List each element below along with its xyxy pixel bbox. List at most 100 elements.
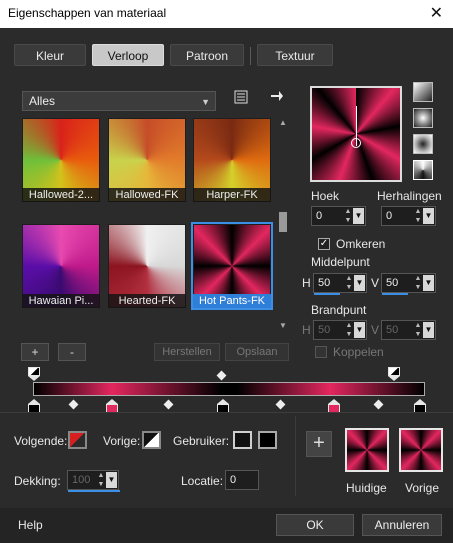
color-stop-marker[interactable] — [328, 399, 340, 413]
tab-kleur[interactable]: Kleur — [14, 44, 86, 66]
list-icon[interactable] — [234, 90, 248, 107]
opacity-stop-marker[interactable] — [388, 367, 400, 381]
preset-label: Hearted-FK — [108, 294, 186, 308]
tab-bar: Kleur Verloop Patroon Textuur — [14, 44, 333, 66]
linear-style-button[interactable] — [413, 82, 433, 102]
center-v-stepper[interactable]: 50 ▲ ▼ ▼ — [381, 273, 436, 295]
chevron-down-icon[interactable]: ▼ — [353, 208, 364, 224]
repeats-stepper[interactable]: 0 ▲ ▼ ▼ — [381, 206, 436, 226]
previous-color-swatch[interactable] — [142, 431, 161, 449]
color-midpoint-diamond[interactable] — [275, 399, 286, 410]
gradient-preview[interactable] — [310, 86, 402, 182]
stepper-arrows-icon[interactable]: ▲ ▼ — [344, 321, 354, 339]
chevron-down-icon[interactable]: ▼ — [423, 322, 434, 338]
opacity-stepper[interactable]: 100 ▲ ▼ ▼ — [67, 470, 120, 492]
focal-v-stepper[interactable]: 50 ▲ ▼ ▼ — [381, 320, 436, 340]
opacity-value: 100 — [72, 474, 91, 486]
preset-category-dropdown[interactable]: Alles ▼ — [22, 91, 216, 111]
repeats-value: 0 — [386, 210, 393, 222]
center-h-bar — [314, 293, 340, 295]
color-midpoint-diamond[interactable] — [163, 399, 174, 410]
user-color-swatch-2[interactable] — [258, 431, 277, 449]
chevron-down-icon[interactable]: ▼ — [354, 322, 365, 338]
stepper-arrows-icon[interactable]: ▲ ▼ — [413, 207, 423, 225]
focal-h-value: 50 — [318, 324, 331, 336]
angle-label: Hoek — [311, 189, 340, 203]
gradient-bar[interactable] — [33, 382, 425, 396]
stepper-arrows-icon[interactable]: ▲ ▼ — [413, 274, 423, 292]
preset-item[interactable]: Harper-FK — [193, 118, 271, 202]
previous-preview-label: Vorige — [405, 481, 440, 495]
location-label: Locatie: — [181, 474, 224, 488]
opacity-bar — [68, 490, 120, 492]
preset-item[interactable]: Hallowed-2... — [22, 118, 100, 202]
preset-item[interactable]: Hallowed-FK — [108, 118, 186, 202]
link-checkbox[interactable] — [315, 346, 327, 358]
focal-h-stepper[interactable]: 50 ▲ ▼ ▼ — [313, 320, 367, 340]
color-stop-marker[interactable] — [106, 399, 118, 413]
center-v-label: V — [371, 276, 380, 290]
ok-button[interactable]: OK — [276, 514, 354, 536]
add-preset-button[interactable]: + — [21, 343, 49, 361]
current-gradient-preview[interactable] — [345, 428, 389, 472]
color-stop-marker[interactable] — [414, 399, 426, 413]
center-h-value: 50 — [318, 277, 331, 289]
chevron-down-icon[interactable]: ▼ — [423, 275, 434, 291]
arrow-right-icon[interactable] — [270, 89, 284, 106]
add-to-swatches-button[interactable]: + — [306, 431, 332, 457]
tab-verloop[interactable]: Verloop — [92, 44, 164, 66]
preset-item-selected[interactable]: Hot Pants-FK — [191, 222, 273, 310]
center-handle[interactable] — [351, 138, 361, 148]
scroll-thumb[interactable] — [279, 212, 287, 232]
stepper-arrows-icon[interactable]: ▲ ▼ — [96, 471, 106, 489]
preset-grid: Hallowed-2... Hallowed-FK Harper-FK Hawa… — [22, 118, 276, 330]
help-link[interactable]: Help — [18, 518, 43, 532]
previous-label: Vorige: — [103, 434, 141, 448]
center-h-stepper[interactable]: 50 ▲ ▼ ▼ — [313, 273, 367, 295]
next-color-swatch[interactable] — [68, 431, 87, 449]
chevron-down-icon[interactable]: ▼ — [423, 208, 434, 224]
scroll-down-icon[interactable]: ▼ — [278, 321, 288, 330]
close-icon[interactable]: ✕ — [430, 3, 443, 23]
center-label: Middelpunt — [311, 255, 370, 269]
previous-gradient-preview[interactable] — [399, 428, 443, 472]
color-stop-marker[interactable] — [28, 399, 40, 413]
scroll-up-icon[interactable]: ▲ — [278, 118, 288, 127]
repeats-label: Herhalingen — [377, 189, 442, 203]
preset-label: Hallowed-FK — [108, 188, 186, 202]
stepper-arrows-icon[interactable]: ▲ ▼ — [344, 274, 354, 292]
preset-item[interactable]: Hawaian Pi... — [22, 224, 100, 308]
opacity-midpoint-diamond[interactable] — [216, 370, 227, 381]
sunburst-style-button[interactable] — [413, 160, 433, 180]
angle-value: 0 — [316, 210, 323, 222]
color-midpoint-diamond[interactable] — [68, 399, 79, 410]
link-label: Koppelen — [333, 345, 384, 359]
preset-item[interactable]: Hearted-FK — [108, 224, 186, 308]
radial-style-button[interactable] — [413, 108, 433, 128]
section-divider — [0, 412, 453, 413]
invert-checkbox[interactable]: ✓ — [318, 238, 330, 250]
chevron-down-icon[interactable]: ▼ — [354, 275, 365, 291]
focal-v-label: V — [371, 323, 380, 337]
angle-stepper[interactable]: 0 ▲ ▼ ▼ — [311, 206, 366, 226]
focal-label: Brandpunt — [311, 303, 367, 317]
user-color-swatch[interactable] — [233, 431, 252, 449]
chevron-down-icon[interactable]: ▼ — [106, 472, 117, 488]
window-title: Eigenschappen van materiaal — [8, 6, 167, 20]
save-preset-button[interactable]: Opslaan — [225, 343, 289, 361]
color-midpoint-diamond[interactable] — [373, 399, 384, 410]
restore-button[interactable]: Herstellen — [154, 343, 220, 361]
tab-textuur[interactable]: Textuur — [257, 44, 333, 66]
remove-preset-button[interactable]: - — [58, 343, 86, 361]
tab-patroon[interactable]: Patroon — [170, 44, 244, 66]
color-stop-marker[interactable] — [217, 399, 229, 413]
stepper-arrows-icon[interactable]: ▲ ▼ — [413, 321, 423, 339]
stepper-arrows-icon[interactable]: ▲ ▼ — [343, 207, 353, 225]
rectangular-style-button[interactable] — [413, 134, 433, 154]
location-value: 0 — [230, 474, 237, 486]
preset-scrollbar[interactable]: ▲ ▼ — [278, 118, 288, 330]
location-field[interactable]: 0 — [225, 470, 259, 490]
cancel-button[interactable]: Annuleren — [362, 514, 442, 536]
opacity-stop-marker[interactable] — [28, 367, 40, 381]
title-bar: Eigenschappen van materiaal ✕ — [0, 0, 453, 28]
